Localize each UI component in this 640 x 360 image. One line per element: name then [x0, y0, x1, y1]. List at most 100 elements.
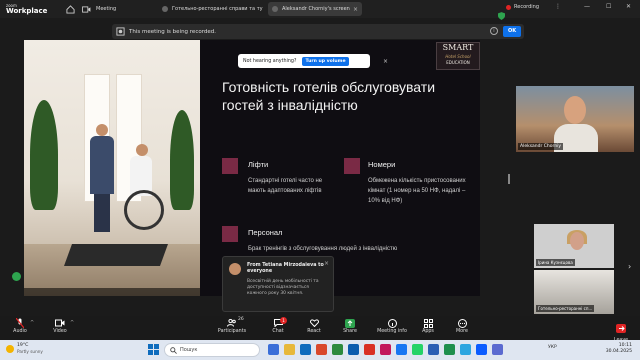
- feature-title: Персонал: [248, 228, 283, 237]
- tab-shared-screen[interactable]: Aleksandr Chorniy's screen ×: [268, 2, 362, 16]
- meeting-icon: [80, 3, 92, 15]
- close-icon[interactable]: ×: [324, 260, 329, 267]
- more-label: More: [456, 329, 468, 334]
- hotel-lobby-photo: [24, 40, 200, 296]
- chat-badge: 1: [280, 317, 287, 324]
- clock-date: 30.04.2025: [605, 349, 632, 354]
- participant-tile[interactable]: Aleksandr Chorniy: [516, 86, 634, 152]
- participant-name: Aleksandr Chorniy: [518, 143, 564, 150]
- feature-square: [222, 226, 238, 242]
- smart-hotel-school-logo: SMART Hotel School EDUCATION: [436, 42, 480, 70]
- telegram-icon[interactable]: [460, 344, 471, 355]
- chevron-up-icon[interactable]: ^: [70, 320, 74, 326]
- chevron-up-icon[interactable]: ^: [30, 320, 34, 326]
- recording-doc-icon: [116, 27, 125, 36]
- more-icon: [456, 318, 468, 328]
- recording-label: Recording: [514, 4, 540, 10]
- slide-title: Готовність готелів обслуговувати гостей …: [222, 79, 436, 113]
- feature-desc: Брак тренінгів з обслуговування людей з …: [248, 246, 398, 252]
- taskbar-search[interactable]: Пошук: [164, 343, 260, 357]
- react-label: React: [307, 329, 321, 334]
- weather-desc: Partly sunny: [17, 349, 43, 354]
- avatar: [272, 6, 278, 12]
- meeting-info-button[interactable]: Meeting info: [372, 318, 412, 334]
- app-icon[interactable]: [428, 344, 439, 355]
- notification-sender: From Tetiana Mirzodaieva to everyone: [247, 263, 324, 274]
- whatsapp-icon[interactable]: [412, 344, 423, 355]
- app-icon[interactable]: [444, 344, 455, 355]
- chat-notification[interactable]: From Tetiana Mirzodaieva to everyone Все…: [222, 256, 334, 312]
- share-label: Share: [343, 329, 357, 334]
- leave-icon: [616, 318, 626, 337]
- apps-label: Apps: [422, 329, 434, 334]
- meeting-label[interactable]: Meeting: [96, 6, 116, 12]
- feature-desc: Стандартні готелі часто не мають адаптов…: [248, 178, 323, 194]
- task-view-icon[interactable]: [268, 344, 279, 355]
- ok-button[interactable]: OK: [503, 26, 521, 37]
- slide-toolbar: [24, 288, 200, 296]
- search-placeholder: Пошук: [180, 347, 198, 353]
- feature-title: Ліфти: [248, 160, 269, 169]
- close-window-icon[interactable]: ✕: [626, 3, 631, 10]
- more-button[interactable]: More: [442, 318, 482, 334]
- edge-icon[interactable]: [300, 344, 311, 355]
- chat-label: Chat: [272, 329, 284, 334]
- record-dot-icon: [506, 4, 511, 10]
- share-button[interactable]: Share: [330, 318, 370, 334]
- app-icon[interactable]: [332, 344, 343, 355]
- people-icon: [226, 318, 238, 328]
- shield-icon[interactable]: [498, 5, 505, 24]
- feature-square: [344, 158, 360, 174]
- app-icon[interactable]: [492, 344, 503, 355]
- app-icon[interactable]: [316, 344, 327, 355]
- tooltip-text: Not hearing anything?: [243, 58, 297, 64]
- app-icon[interactable]: [348, 344, 359, 355]
- zoom-logo: zoom Workplace: [0, 3, 48, 15]
- view-icon[interactable]: ⋮: [555, 3, 561, 10]
- recording-banner: This meeting is being recorded. i OK: [112, 24, 524, 39]
- tab-meeting-chat[interactable]: Готельно-ресторанні справи та ту: [158, 2, 264, 16]
- zoom-icon[interactable]: [476, 344, 487, 355]
- brand-bottom: Workplace: [6, 6, 48, 15]
- windows-taskbar: 19°C Partly sunny Пошук УКР 10:11 30.04.…: [0, 340, 640, 360]
- meeting-controls: Audio ^ Video ^ 26 Participants 1 Chat R…: [0, 316, 640, 343]
- home-icon[interactable]: [64, 3, 76, 15]
- file-explorer-icon[interactable]: [284, 344, 295, 355]
- participant-name: Готельно-ресторанні сп...: [536, 305, 595, 312]
- turn-up-volume-button[interactable]: Turn up volume: [302, 56, 349, 66]
- recording-indicator[interactable]: Recording: [506, 4, 539, 10]
- app-icon[interactable]: [380, 344, 391, 355]
- close-icon[interactable]: ×: [353, 6, 358, 13]
- windows-start-icon[interactable]: [148, 344, 159, 355]
- avatar: [229, 263, 241, 275]
- minimize-icon[interactable]: —: [584, 3, 590, 10]
- info-icon[interactable]: i: [490, 27, 498, 35]
- meeting-info-label: Meeting info: [377, 329, 407, 334]
- weather-widget[interactable]: 19°C Partly sunny: [6, 343, 43, 354]
- tab-label: Готельно-ресторанні справи та ту: [172, 6, 263, 12]
- feature-square: [222, 158, 238, 174]
- notification-message: Всесвітній день мобільності та доступнос…: [247, 279, 319, 296]
- participants-label: Participants: [217, 329, 247, 334]
- participant-tile[interactable]: Готельно-ресторанні сп...: [534, 270, 614, 314]
- volume-tooltip: Not hearing anything? Turn up volume ×: [238, 54, 388, 68]
- banner-text: This meeting is being recorded.: [129, 28, 216, 35]
- react-button[interactable]: React: [294, 318, 334, 334]
- system-clock[interactable]: 10:11 30.04.2025: [600, 343, 632, 355]
- app-icon[interactable]: [364, 344, 375, 355]
- video-button[interactable]: Video ^: [40, 318, 80, 334]
- participants-button[interactable]: 26 Participants: [212, 317, 252, 334]
- chat-button[interactable]: 1 Chat: [258, 317, 298, 334]
- chevron-right-icon[interactable]: ›: [628, 262, 631, 271]
- info-icon: [386, 318, 398, 328]
- zoom-window: zoom Workplace Meeting Готельно-ресторан…: [0, 0, 640, 360]
- participant-tile[interactable]: Ірина Кузнєцова: [534, 224, 614, 268]
- input-language[interactable]: УКР: [548, 345, 557, 350]
- audio-button[interactable]: Audio ^: [0, 318, 40, 334]
- app-icon[interactable]: [396, 344, 407, 355]
- close-icon[interactable]: ×: [383, 58, 388, 65]
- resize-handle[interactable]: [508, 174, 510, 184]
- feature-title: Номери: [368, 160, 396, 169]
- annotate-icon[interactable]: [12, 272, 21, 281]
- maximize-icon[interactable]: ☐: [606, 3, 611, 10]
